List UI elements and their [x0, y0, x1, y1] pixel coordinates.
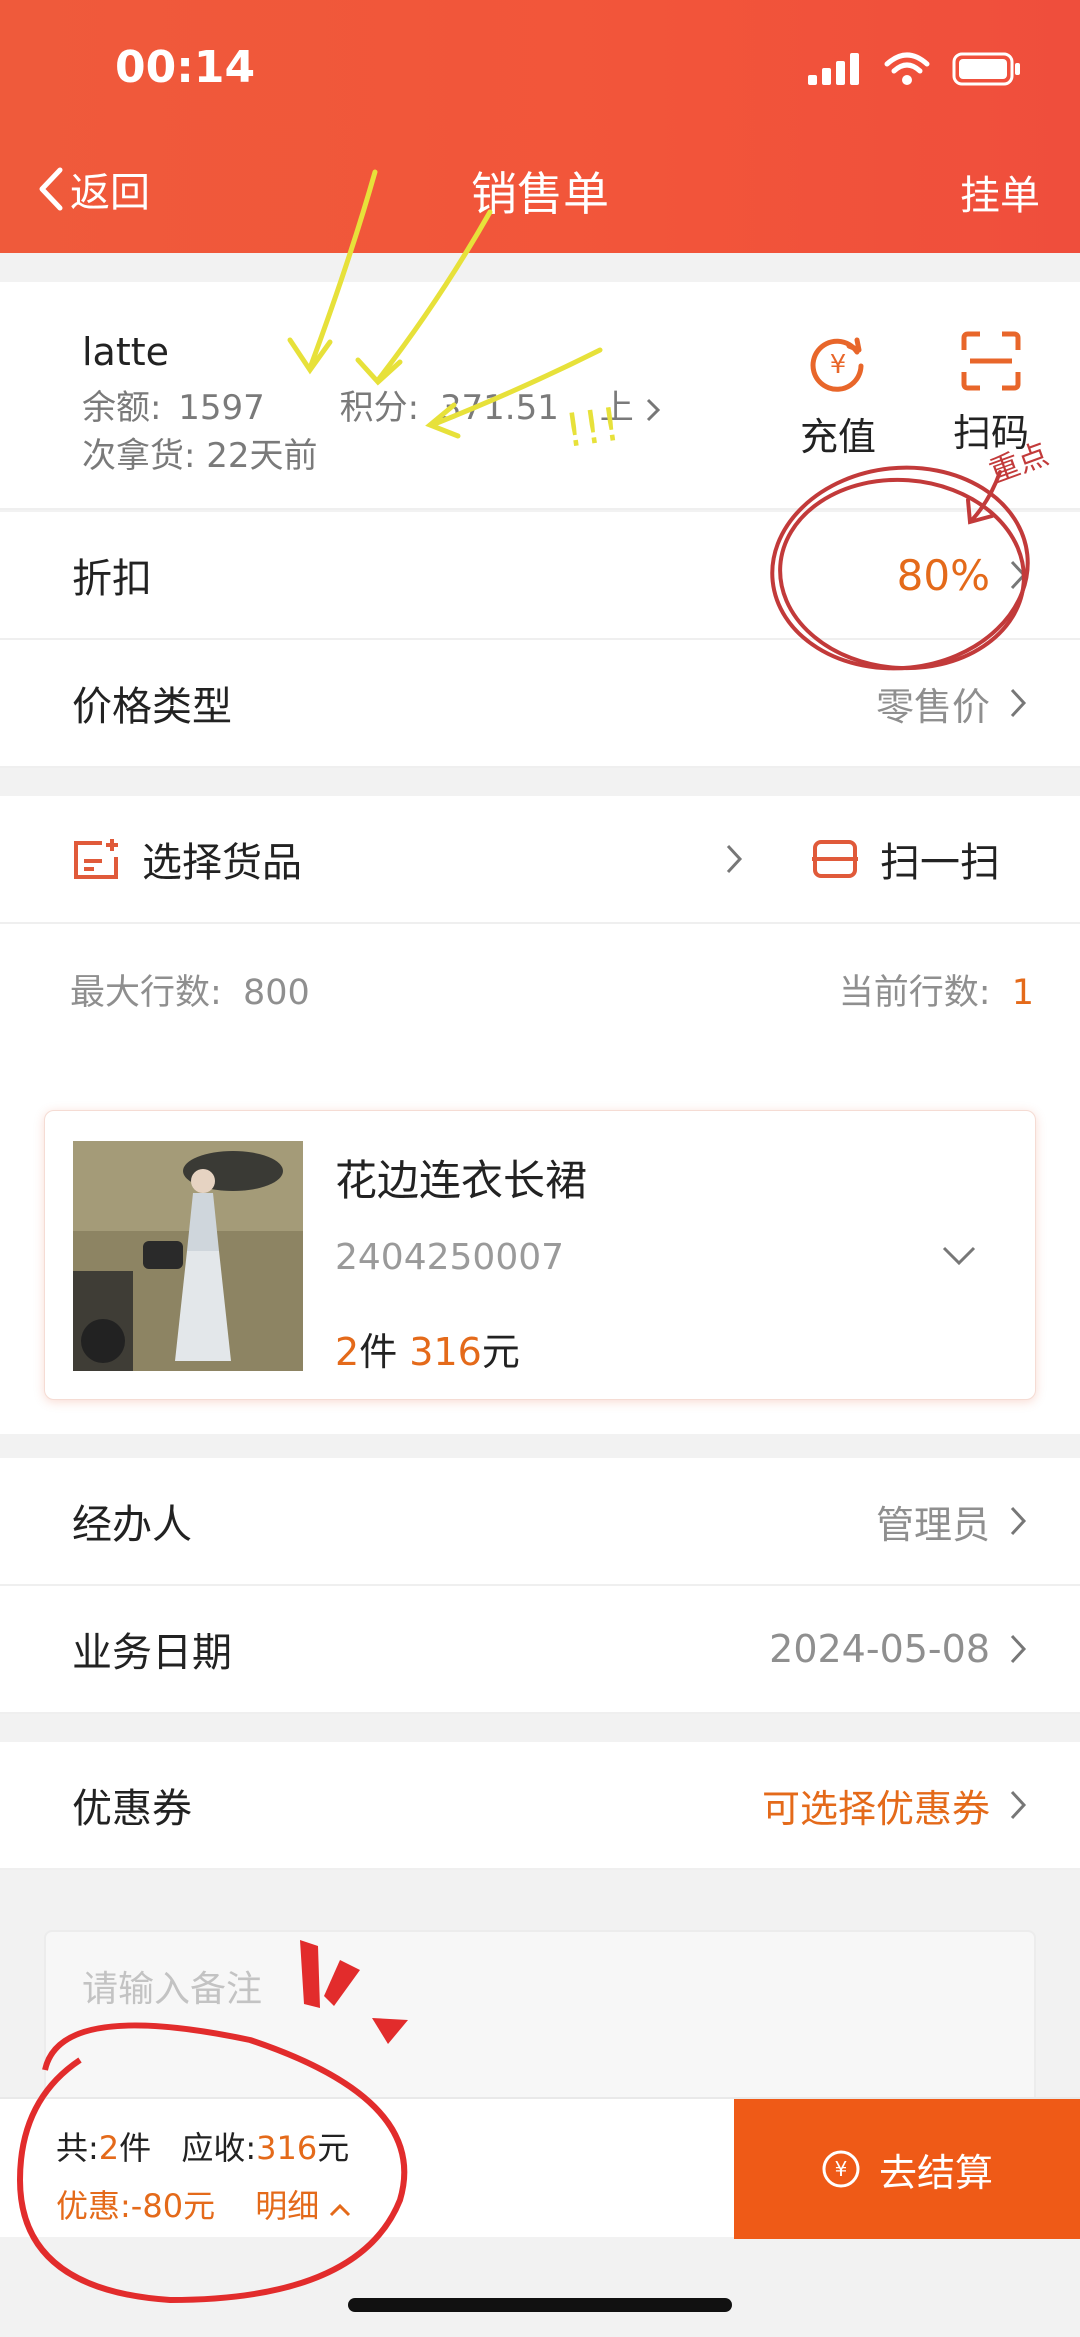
customer-balance-line: 余额: 1597 积分: 371.51 上	[82, 380, 661, 429]
max-rows: 最大行数: 800	[70, 964, 310, 1015]
battery-icon	[952, 52, 1020, 86]
chevron-right-icon	[726, 844, 743, 874]
product-card[interactable]: 花边连衣长裙 2404250007 2件 316元	[44, 1110, 1036, 1400]
page-title: 销售单	[471, 167, 609, 221]
business-date-label: 业务日期	[72, 1630, 232, 1676]
price-type-value: 零售价	[875, 684, 990, 729]
coupon-row[interactable]: 优惠券 可选择优惠券	[0, 1742, 1080, 1870]
discount-summary: 优惠:-80元 明细	[56, 2181, 351, 2227]
signal-icon	[808, 53, 859, 85]
coupon-label: 优惠券	[72, 1786, 192, 1832]
receivable-unit: 元	[317, 2129, 350, 2167]
product-thumbnail	[73, 1141, 303, 1371]
product-amount-unit: 元	[481, 1330, 520, 1374]
chevron-right-icon	[1010, 560, 1027, 590]
current-rows: 当前行数: 1	[839, 964, 1034, 1015]
coupon-value-wrap: 可选择优惠券	[762, 1778, 1028, 1833]
handler-value: 管理员	[875, 1502, 990, 1547]
business-date-value-wrap: 2024-05-08	[769, 1627, 1028, 1671]
chevron-right-icon	[646, 398, 660, 421]
product-qty-amount: 2件 316元	[335, 1321, 520, 1376]
recharge-button[interactable]: ¥ 充值	[800, 330, 876, 461]
total-summary: 共:2件 应收:316元	[56, 2123, 349, 2169]
balance-label: 余额:	[82, 388, 162, 428]
select-goods-row: 选择货品 扫一扫	[0, 796, 1080, 924]
product-amount: 316	[409, 1330, 482, 1374]
handler-label: 经办人	[72, 1502, 192, 1548]
checkout-label: 去结算	[878, 2150, 993, 2195]
scan-icon	[961, 331, 1021, 391]
total-unit: 件	[119, 2129, 152, 2167]
chevron-right-icon	[1010, 1790, 1027, 1820]
app-header: 00:14 返回 销售单 挂单	[0, 0, 1080, 253]
balance-value: 1597	[178, 388, 265, 428]
scan-code-button[interactable]: 扫码	[953, 330, 1029, 457]
bottom-bar: 共:2件 应收:316元 优惠:-80元 明细 ¥ 去结算	[0, 2097, 1080, 2239]
discount-label: 折扣	[72, 556, 152, 602]
product-qty: 2	[335, 1330, 360, 1374]
scan-icon	[812, 840, 858, 878]
checkout-button[interactable]: ¥ 去结算	[734, 2099, 1080, 2239]
discount-value-wrap: 80%	[897, 551, 1028, 600]
discount-row[interactable]: 折扣 80%	[0, 512, 1080, 640]
price-type-value-wrap: 零售价	[876, 676, 1028, 731]
scan-code-label: 扫码	[953, 411, 1030, 455]
hold-order-button[interactable]: 挂单	[960, 163, 1040, 221]
total-qty: 2	[98, 2129, 120, 2167]
current-rows-value: 1	[1011, 973, 1034, 1013]
chevron-right-icon	[1010, 688, 1027, 718]
chevron-right-icon	[1010, 1506, 1027, 1536]
discount-value: 80%	[896, 550, 990, 600]
coupon-value: 可选择优惠券	[761, 1786, 990, 1831]
discount-summary-value: -80	[130, 2187, 184, 2225]
customer-name: latte	[82, 330, 170, 374]
chevron-up-icon	[330, 2203, 351, 2217]
handler-row[interactable]: 经办人 管理员	[0, 1458, 1080, 1586]
chevron-right-icon	[1010, 1634, 1027, 1664]
discount-summary-unit: 元	[183, 2187, 216, 2225]
recharge-icon: ¥	[810, 337, 864, 392]
recharge-label: 充值	[800, 415, 877, 459]
total-label: 共:	[56, 2129, 99, 2167]
detail-button[interactable]: 明细	[255, 2187, 351, 2225]
max-rows-value: 800	[242, 973, 310, 1013]
svg-text:¥: ¥	[830, 350, 847, 380]
yen-coin-icon: ¥	[822, 2150, 860, 2188]
product-name: 花边连衣长裙	[335, 1156, 588, 1205]
last-purchase: 次拿货: 22天前	[82, 436, 318, 476]
status-icons	[808, 52, 1022, 86]
points-value: 371.51	[439, 388, 559, 428]
scan-goods-label: 扫一扫	[880, 840, 1000, 886]
home-indicator	[348, 2298, 732, 2312]
price-type-row[interactable]: 价格类型 零售价	[0, 640, 1080, 768]
discount-summary-label: 优惠:	[56, 2187, 131, 2225]
wifi-icon	[884, 52, 930, 85]
handler-value-wrap: 管理员	[876, 1494, 1028, 1549]
points-label: 积分:	[339, 388, 420, 428]
max-rows-label: 最大行数:	[70, 973, 222, 1013]
svg-text:¥: ¥	[835, 2157, 848, 2181]
scan-goods-button[interactable]: 扫一扫	[812, 830, 1000, 888]
rows-info: 最大行数: 800 当前行数: 1	[0, 924, 1080, 1054]
add-goods-icon	[74, 839, 118, 879]
receivable-label: 应收:	[181, 2129, 257, 2167]
select-goods-label: 选择货品	[142, 840, 302, 886]
product-code: 2404250007	[335, 1237, 565, 1278]
last-label: 上	[599, 388, 634, 428]
chevron-down-icon[interactable]	[941, 1245, 977, 1267]
status-time: 00:14	[115, 42, 256, 93]
price-type-label: 价格类型	[72, 684, 232, 730]
remark-input[interactable]: 请输入备注	[44, 1930, 1036, 2120]
receivable-value: 316	[256, 2129, 318, 2167]
detail-label: 明细	[255, 2187, 320, 2225]
current-rows-label: 当前行数:	[838, 973, 991, 1013]
business-date-row[interactable]: 业务日期 2024-05-08	[0, 1586, 1080, 1714]
product-qty-unit: 件	[359, 1330, 398, 1374]
business-date-value: 2024-05-08	[769, 1627, 990, 1671]
select-goods-button[interactable]: 选择货品	[72, 830, 744, 888]
